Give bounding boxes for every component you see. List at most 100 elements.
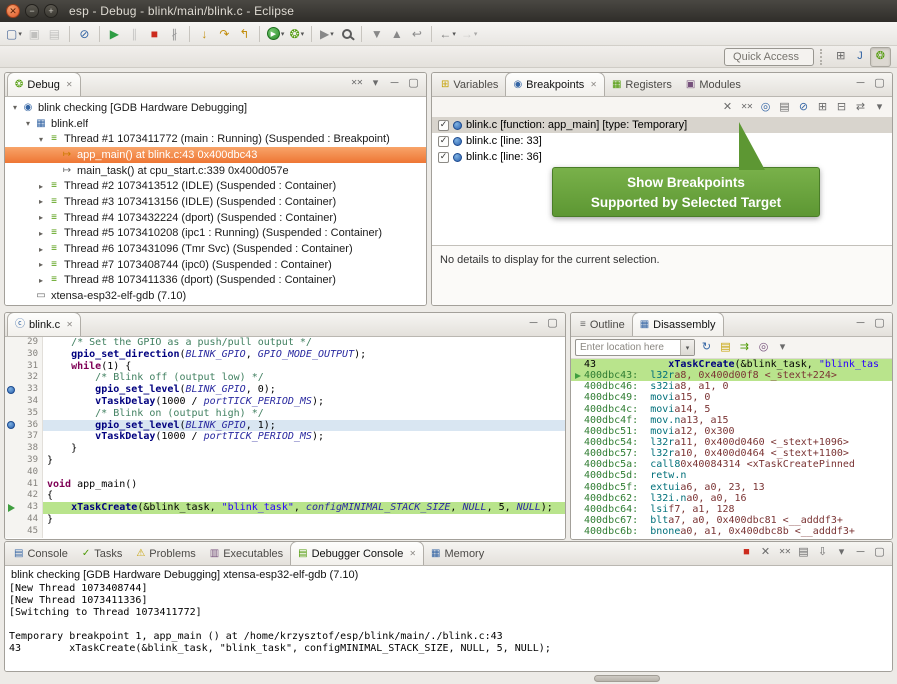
disassembly-row[interactable]: 400dbc49: movia15, 0 [571, 392, 892, 403]
twisty-icon[interactable]: ▸ [35, 245, 47, 254]
disassembly-gutter[interactable] [571, 373, 584, 379]
refresh-button[interactable]: ↻ [698, 339, 715, 356]
tab-memory[interactable]: ▦Memory [424, 543, 491, 565]
maximize-window-button[interactable]: + [44, 4, 58, 18]
debug-tree-row[interactable]: ▾▦blink.elf [5, 116, 426, 132]
editor-line[interactable]: 35 /* Blink on (output high) */ [5, 408, 565, 420]
editor-line[interactable]: 39} [5, 455, 565, 467]
disassembly-row[interactable]: 400dbc67: blta7, a0, 0x400dbc81 <__adddf… [571, 515, 892, 526]
tab-debugger-console[interactable]: ▤Debugger Console✕ [290, 541, 424, 565]
debug-tree-row[interactable]: ▸≡Thread #6 1073431096 (Tmr Svc) (Suspen… [5, 241, 426, 257]
debug-button[interactable]: ❂▾ [287, 24, 306, 44]
disassembly-row[interactable]: 400dbc4f: mov.na13, a15 [571, 415, 892, 426]
view-menu-button[interactable]: ▾ [774, 339, 791, 356]
twisty-icon[interactable]: ▸ [35, 213, 47, 222]
remove-all-breakpoints-button[interactable]: ✕✕ [738, 99, 755, 116]
print-button[interactable]: ▤ [45, 24, 64, 44]
minimize-button[interactable]: ─ [852, 544, 869, 561]
show-source-button[interactable]: ▤ [717, 339, 734, 356]
editor-line[interactable]: 43 xTaskCreate(&blink_task, "blink_task"… [5, 502, 565, 514]
maximize-button[interactable]: ▢ [871, 75, 888, 92]
debug-tree-row[interactable]: ▸≡Thread #2 1073413512 (IDLE) (Suspended… [5, 178, 426, 194]
collapse-all-button[interactable]: ⊟ [833, 99, 850, 116]
display-selected-console-button[interactable]: ▾ [833, 544, 850, 561]
remove-all-terminated-button[interactable]: ✕✕ [776, 544, 793, 561]
editor-line[interactable]: 38 } [5, 443, 565, 455]
tab-tasks[interactable]: ✓Tasks [75, 543, 130, 565]
breakpoint-checkbox[interactable]: ✓ [438, 136, 449, 147]
breakpoint-row[interactable]: ✓blink.c [function: app_main] [type: Tem… [432, 117, 892, 133]
close-icon[interactable]: ✕ [409, 549, 416, 558]
tab-executables[interactable]: ▥Executables [203, 543, 290, 565]
clear-console-button[interactable]: ▤ [795, 544, 812, 561]
scrollbar-thumb[interactable] [594, 675, 660, 682]
disassembly-row[interactable]: 400dbc5f: extuia6, a0, 23, 13 [571, 482, 892, 493]
back-button[interactable]: ←▾ [437, 24, 458, 44]
scroll-lock-button[interactable]: ⇩ [814, 544, 831, 561]
skip-all-breakpoints-button[interactable]: ⊘ [795, 99, 812, 116]
twisty-icon[interactable]: ▸ [35, 229, 47, 238]
twisty-icon[interactable]: ▸ [35, 260, 47, 269]
expand-all-button[interactable]: ⊞ [814, 99, 831, 116]
next-annotation-button[interactable]: ▼ [367, 24, 386, 44]
twisty-icon[interactable]: ▸ [35, 182, 47, 191]
editor-marker-gutter[interactable] [5, 372, 17, 384]
previous-annotation-button[interactable]: ▲ [387, 24, 406, 44]
editor-marker-gutter[interactable] [5, 443, 17, 455]
open-perspective-button[interactable]: ⊞ [831, 47, 850, 67]
breakpoint-checkbox[interactable]: ✓ [438, 152, 449, 163]
remove-all-terminated-button[interactable]: ✕✕ [348, 75, 365, 92]
editor-line[interactable]: 29 /* Set the GPIO as a push/pull output… [5, 337, 565, 349]
debug-tree[interactable]: ▾◉blink checking [GDB Hardware Debugging… [5, 97, 426, 305]
editor-line[interactable]: 37 vTaskDelay(1000 / portTICK_PERIOD_MS)… [5, 431, 565, 443]
maximize-button[interactable]: ▢ [405, 75, 422, 92]
forward-button[interactable]: →▾ [459, 24, 480, 44]
debug-tree-row[interactable]: ▸≡Thread #3 1073413156 (IDLE) (Suspended… [5, 194, 426, 210]
skip-all-breakpoints-button[interactable]: ⊘ [75, 24, 94, 44]
step-return-button[interactable]: ↰ [235, 24, 254, 44]
editor-marker-gutter[interactable] [5, 349, 17, 361]
save-button[interactable]: ▣ [25, 24, 44, 44]
show-breakpoints-supported-button[interactable]: ◎ [757, 99, 774, 116]
tab-disassembly[interactable]: ▦Disassembly [632, 312, 724, 336]
debug-tree-row[interactable]: ▾◉blink checking [GDB Hardware Debugging… [5, 100, 426, 116]
breakpoint-row[interactable]: ✓blink.c [line: 36] [432, 149, 892, 165]
editor-marker-gutter[interactable] [5, 384, 17, 396]
editor-line[interactable]: 41void app_main() [5, 479, 565, 491]
twisty-icon[interactable]: ▸ [35, 197, 47, 206]
twisty-icon[interactable]: ▾ [9, 103, 21, 112]
editor-marker-gutter[interactable] [5, 490, 17, 502]
disassembly-row[interactable]: 400dbc62: l32i.na0, a0, 16 [571, 493, 892, 504]
maximize-button[interactable]: ▢ [544, 315, 561, 332]
terminate-button[interactable]: ■ [145, 24, 164, 44]
editor-line[interactable]: 30 gpio_set_direction(BLINK_GPIO, GPIO_M… [5, 349, 565, 361]
external-tools-button[interactable]: ▶▾ [317, 24, 336, 44]
disassembly-row[interactable]: 400dbc57: l32ra10, 0x400d0464 <_stext+11… [571, 448, 892, 459]
maximize-button[interactable]: ▢ [871, 544, 888, 561]
last-edit-location-button[interactable]: ↩ [407, 24, 426, 44]
twisty-icon[interactable]: ▸ [35, 276, 47, 285]
editor-marker-gutter[interactable] [5, 479, 17, 491]
disassembly-row[interactable]: 400dbc43: l32ra8, 0x400d00f8 <_stext+224… [571, 370, 892, 381]
close-icon[interactable]: ✕ [66, 320, 73, 329]
disassembly-source-line[interactable]: 43 xTaskCreate(&blink_task, "blink_tas [571, 359, 892, 370]
disassembly-row[interactable]: 400dbc64: lsif7, a1, 128 [571, 504, 892, 515]
debug-tree-row[interactable]: ▸≡Thread #5 1073410208 (ipc1 : Running) … [5, 226, 426, 242]
horizontal-scrollbar[interactable] [4, 675, 893, 684]
tab-blink-c[interactable]: ⓒblink.c✕ [7, 312, 81, 336]
editor-marker-gutter[interactable] [5, 431, 17, 443]
editor-marker-gutter[interactable] [5, 420, 17, 432]
minimize-button[interactable]: ─ [386, 75, 403, 92]
debug-perspective-button[interactable]: ❂ [870, 47, 891, 67]
new-button[interactable]: ▢▾ [4, 24, 24, 44]
tab-outline[interactable]: ≡Outline [573, 314, 632, 336]
debug-tree-row[interactable]: ▸≡Thread #7 1073408744 (ipc0) (Suspended… [5, 257, 426, 273]
terminate-button[interactable]: ■ [738, 544, 755, 561]
view-menu-button[interactable]: ▾ [367, 75, 384, 92]
editor-marker-gutter[interactable] [5, 396, 17, 408]
tab-variables[interactable]: ⊞Variables [434, 74, 505, 96]
breakpoint-checkbox[interactable]: ✓ [438, 120, 449, 131]
tab-breakpoints[interactable]: ◉Breakpoints✕ [505, 72, 605, 96]
console-content[interactable]: blink checking [GDB Hardware Debugging] … [5, 566, 892, 671]
disassembly-row[interactable]: 400dbc5a: call80x40084314 <xTaskCreatePi… [571, 459, 892, 470]
